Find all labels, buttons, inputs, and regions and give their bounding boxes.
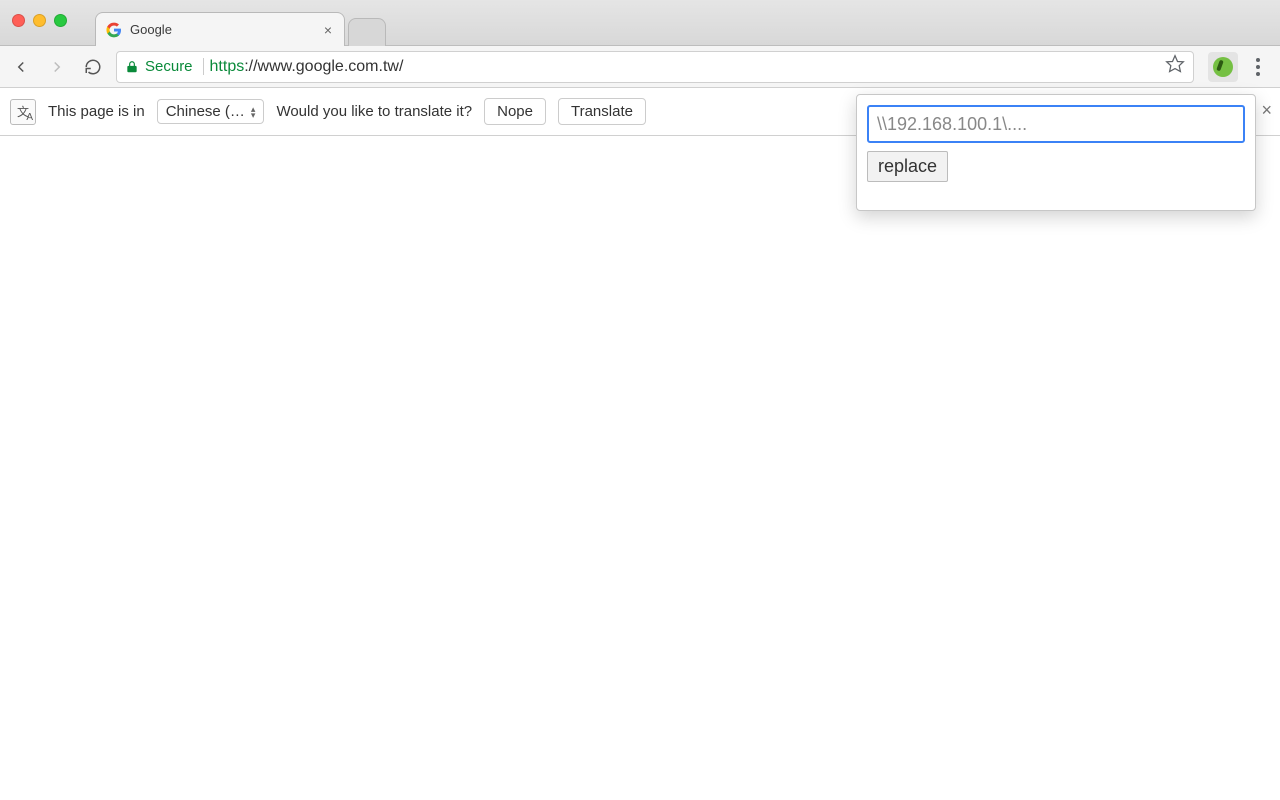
back-button[interactable] xyxy=(8,54,34,80)
translate-translate-button[interactable]: Translate xyxy=(558,98,646,125)
tab-strip: Google × xyxy=(95,0,385,46)
new-tab-button[interactable] xyxy=(348,18,386,46)
browser-toolbar: Secure https://www.google.com.tw/ xyxy=(0,46,1280,88)
window-controls xyxy=(0,0,75,27)
extension-icon xyxy=(1213,57,1233,77)
window-titlebar: Google × xyxy=(0,0,1280,46)
extension-area xyxy=(1208,52,1272,82)
window-close-button[interactable] xyxy=(12,14,25,27)
url-text: https://www.google.com.tw/ xyxy=(210,58,1159,76)
secure-label: Secure xyxy=(145,58,193,75)
address-bar[interactable]: Secure https://www.google.com.tw/ xyxy=(116,51,1194,83)
extension-button[interactable] xyxy=(1208,52,1238,82)
browser-tab[interactable]: Google × xyxy=(95,12,345,46)
translate-prompt-suffix: Would you like to translate it? xyxy=(276,103,472,120)
browser-menu-button[interactable] xyxy=(1244,53,1272,81)
window-minimize-button[interactable] xyxy=(33,14,46,27)
reload-button[interactable] xyxy=(80,54,106,80)
tab-close-icon[interactable]: × xyxy=(322,22,334,38)
page-content xyxy=(0,136,1280,800)
translate-language-label: Chinese (… xyxy=(166,103,245,120)
url-rest: ://www.google.com.tw/ xyxy=(244,58,403,75)
google-favicon-icon xyxy=(106,22,122,38)
forward-button[interactable] xyxy=(44,54,70,80)
lock-icon xyxy=(125,60,139,74)
translate-icon: 文A xyxy=(10,99,36,125)
extension-popup: replace xyxy=(856,94,1256,211)
extension-replace-button[interactable]: replace xyxy=(867,151,948,182)
extension-path-input[interactable] xyxy=(867,105,1245,143)
translate-nope-button[interactable]: Nope xyxy=(484,98,546,125)
translate-close-icon[interactable]: × xyxy=(1261,100,1272,121)
tab-title: Google xyxy=(130,22,314,37)
select-updown-icon: ▴▾ xyxy=(251,106,256,118)
translate-prompt-prefix: This page is in xyxy=(48,103,145,120)
url-scheme: https xyxy=(210,58,245,75)
security-indicator[interactable]: Secure xyxy=(125,58,204,75)
translate-language-select[interactable]: Chinese (… ▴▾ xyxy=(157,99,265,124)
bookmark-star-icon[interactable] xyxy=(1165,54,1185,79)
window-zoom-button[interactable] xyxy=(54,14,67,27)
